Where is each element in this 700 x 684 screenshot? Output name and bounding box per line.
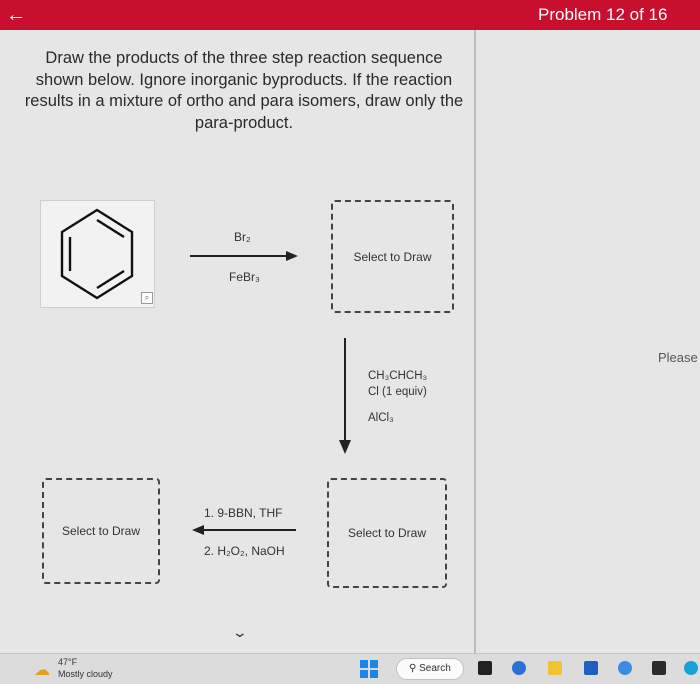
video-call-icon[interactable] [512,661,526,675]
store-icon[interactable] [584,661,598,675]
step2-reagent-line1: CH₃CHCH₃ [368,370,428,382]
step1-reagent-bottom: FeBr₃ [229,270,260,284]
step2-reagent-line3: AlCl₃ [368,412,394,424]
starting-material-benzene[interactable] [40,200,155,308]
weather-description: Mostly cloudy [58,669,113,679]
draw-box-1[interactable]: Select to Draw [331,200,454,313]
header-bar: ← Problem 12 of 16 [0,0,700,30]
step1-reagent-top: Br₂ [234,230,251,244]
app-icon[interactable] [652,661,666,675]
chevron-down-icon[interactable]: ⌄ [232,624,248,641]
draw-box-3[interactable]: Select to Draw [42,478,160,584]
benzene-structure [60,208,134,300]
step1-arrow-right [190,251,298,261]
taskbar-search-label: Search [419,663,451,674]
step3-reagent-bottom: 2. H₂O₂, NaOH [204,544,285,558]
problem-instructions: Draw the products of the three step reac… [24,49,464,132]
step2-reagent-line2: Cl (1 equiv) [368,386,427,398]
os-taskbar: ☁ 47°F Mostly cloudy ⚲ Search [0,653,700,684]
edge-browser-icon[interactable] [618,661,632,675]
panel-divider [474,30,476,653]
zoom-icon[interactable]: ⌕ [141,292,153,304]
step2-arrow-down [339,338,351,454]
right-panel-text: Please [658,350,698,365]
step3-reagent-top: 1. 9-BBN, THF [204,506,283,520]
weather-cloudy-icon[interactable]: ☁ [34,660,50,680]
search-icon: ⚲ [409,663,417,674]
arrow-left-icon[interactable]: ← [6,3,26,27]
weather-temperature: 47°F [58,657,78,667]
file-explorer-icon[interactable] [548,661,562,675]
chrome-icon[interactable] [684,661,698,675]
taskbar-search[interactable]: ⚲ Search [396,658,464,680]
windows-start-icon[interactable] [360,660,378,678]
problem-counter: Problem 12 of 16 [538,5,668,24]
draw-box-2[interactable]: Select to Draw [327,478,447,588]
task-view-icon[interactable] [478,661,492,675]
step3-arrow-left [192,525,296,535]
